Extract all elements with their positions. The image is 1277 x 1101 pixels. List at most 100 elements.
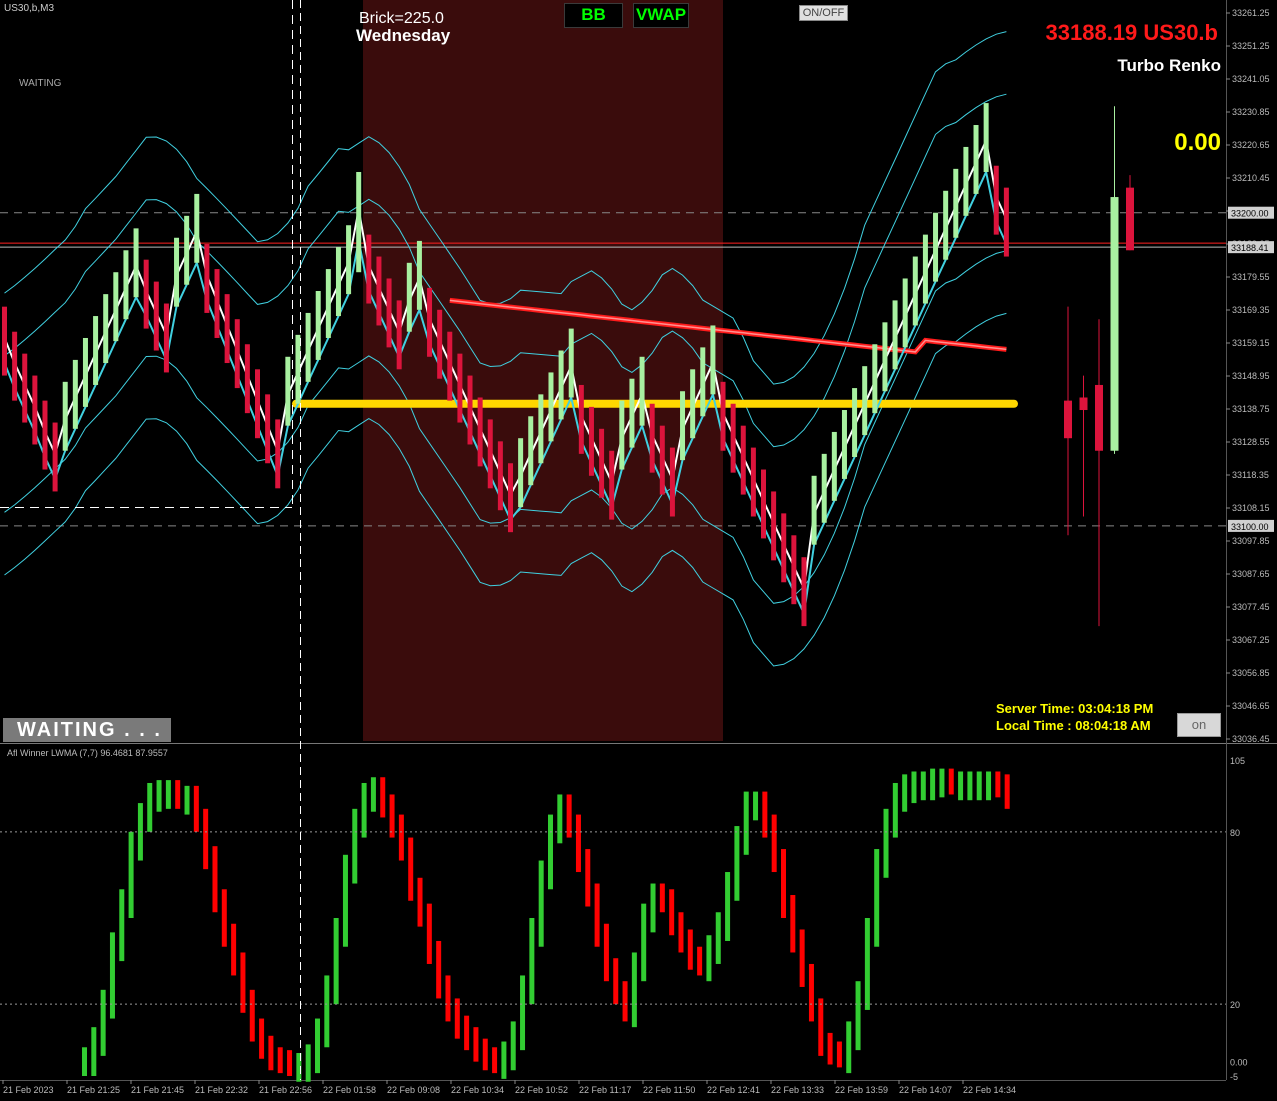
oscillator-bar bbox=[417, 877, 423, 927]
renko-brick bbox=[224, 294, 230, 364]
oscillator-bar bbox=[538, 860, 544, 947]
oscillator-bar bbox=[603, 923, 609, 982]
price-display: 33188.19 US30.b bbox=[1045, 20, 1218, 45]
time-tick-label: 21 Feb 2023 bbox=[3, 1085, 54, 1095]
renko-brick bbox=[902, 278, 908, 348]
price-label: 33100.00 bbox=[1231, 522, 1269, 532]
renko-brick bbox=[629, 378, 635, 448]
price-tick-label: 33077.45 bbox=[1232, 602, 1270, 612]
oscillator-bar bbox=[501, 1041, 507, 1079]
renko-brick bbox=[113, 272, 119, 342]
renko-brick bbox=[761, 469, 766, 539]
oscillator-histogram bbox=[82, 768, 1010, 1082]
oscillator-bar bbox=[995, 771, 1001, 798]
renko-brick bbox=[659, 425, 665, 495]
renko-brick bbox=[174, 237, 180, 307]
renko-brick bbox=[82, 337, 88, 407]
oscillator-bar bbox=[818, 998, 824, 1056]
oscillator-bar bbox=[231, 923, 237, 976]
candle-body bbox=[1110, 197, 1119, 451]
oscillator-bar bbox=[864, 918, 870, 1010]
oscillator-bar bbox=[557, 794, 563, 844]
oscillator-bar bbox=[622, 981, 628, 1022]
renko-brick bbox=[953, 168, 959, 238]
oscillator-bar bbox=[855, 981, 861, 1051]
oscillator-bar bbox=[911, 771, 917, 804]
renko-brick bbox=[153, 281, 159, 351]
price-tick-label: 33179.55 bbox=[1232, 272, 1270, 282]
oscillator-bar bbox=[631, 952, 637, 1028]
bb-button[interactable]: BB bbox=[564, 3, 623, 28]
renko-brick bbox=[62, 381, 68, 451]
oscillator-bar bbox=[781, 849, 786, 918]
renko-brick bbox=[649, 403, 655, 473]
oscillator-bar bbox=[510, 1021, 516, 1071]
renko-brick bbox=[133, 228, 139, 298]
oscillator-bar bbox=[650, 883, 656, 933]
session-highlight bbox=[363, 0, 723, 741]
oscillator-bar bbox=[249, 989, 255, 1042]
renko-brick bbox=[346, 225, 352, 295]
time-tick-label: 22 Feb 13:59 bbox=[835, 1085, 888, 1095]
renko-brick bbox=[811, 475, 817, 545]
oscillator-bar bbox=[277, 1047, 283, 1074]
oscillator-bar bbox=[193, 785, 199, 832]
renko-brick bbox=[265, 394, 271, 464]
indicator-label: Afl Winner LWMA (7,7) 96.4681 87.9557 bbox=[7, 748, 168, 758]
renko-brick bbox=[457, 353, 463, 423]
renko-brick bbox=[487, 419, 493, 489]
oscillator-bar bbox=[482, 1038, 488, 1071]
waiting-small-label: WAITING bbox=[19, 78, 62, 89]
oscillator-bar bbox=[492, 1047, 498, 1074]
renko-brick bbox=[669, 447, 675, 517]
oscillator-bar bbox=[678, 912, 684, 953]
renko-brick bbox=[852, 388, 858, 457]
price-tick-label: 33046.65 bbox=[1232, 701, 1270, 711]
renko-brick bbox=[639, 356, 645, 426]
price-tick-label: 33261.25 bbox=[1232, 8, 1270, 18]
renko-brick bbox=[163, 303, 169, 373]
oscillator-bar bbox=[436, 940, 442, 999]
renko-brick bbox=[366, 234, 372, 304]
time-tick-label: 22 Feb 14:34 bbox=[963, 1085, 1016, 1095]
price-tick-label: 33241.05 bbox=[1232, 74, 1270, 84]
price-tick-label: 33108.15 bbox=[1232, 503, 1270, 513]
chart-canvas[interactable]: 33261.25 33251.25 33241.05 33230.85 33220.65… bbox=[0, 0, 1277, 1101]
oscillator-bar bbox=[743, 791, 749, 855]
oscillator-bar bbox=[259, 1018, 265, 1059]
onoff-button[interactable]: ON/OFF bbox=[799, 5, 848, 21]
price-tick-label: 33128.55 bbox=[1232, 437, 1270, 447]
renko-brick bbox=[406, 262, 412, 332]
renko-brick bbox=[943, 190, 949, 260]
price-tick-label: 33097.85 bbox=[1232, 536, 1270, 546]
oscillator-bar bbox=[613, 958, 619, 1005]
on-button[interactable]: on bbox=[1177, 713, 1221, 737]
oscillator-bar bbox=[184, 785, 190, 815]
time-tick-label: 21 Feb 22:32 bbox=[195, 1085, 248, 1095]
price-tick-label: 33230.85 bbox=[1232, 107, 1270, 117]
renko-brick bbox=[922, 234, 928, 304]
oscillator-bar bbox=[548, 814, 553, 890]
oscillator-bar bbox=[408, 837, 414, 901]
oscillator-bar bbox=[165, 780, 171, 809]
renko-brick bbox=[892, 300, 898, 370]
oscillator-bar bbox=[128, 831, 134, 918]
oscillator-bar bbox=[315, 1018, 320, 1074]
renko-brick bbox=[710, 325, 716, 395]
time-tick-label: 22 Feb 11:50 bbox=[643, 1085, 695, 1095]
oscillator-bar bbox=[799, 929, 805, 987]
oscillator-tick-label: -5 bbox=[1230, 1072, 1238, 1082]
renko-brick bbox=[467, 375, 473, 445]
oscillator-bar bbox=[771, 814, 777, 873]
oscillator-bar bbox=[109, 932, 115, 1019]
oscillator-bar bbox=[575, 814, 581, 873]
renko-brick bbox=[2, 306, 7, 376]
oscillator-bar bbox=[930, 768, 936, 801]
renko-brick bbox=[680, 391, 686, 461]
renko-brick bbox=[22, 353, 28, 423]
vwap-button[interactable]: VWAP bbox=[633, 3, 689, 28]
renko-brick bbox=[558, 350, 564, 420]
oscillator-bar bbox=[836, 1041, 842, 1068]
renko-brick bbox=[771, 491, 777, 561]
renko-brick bbox=[599, 428, 605, 498]
